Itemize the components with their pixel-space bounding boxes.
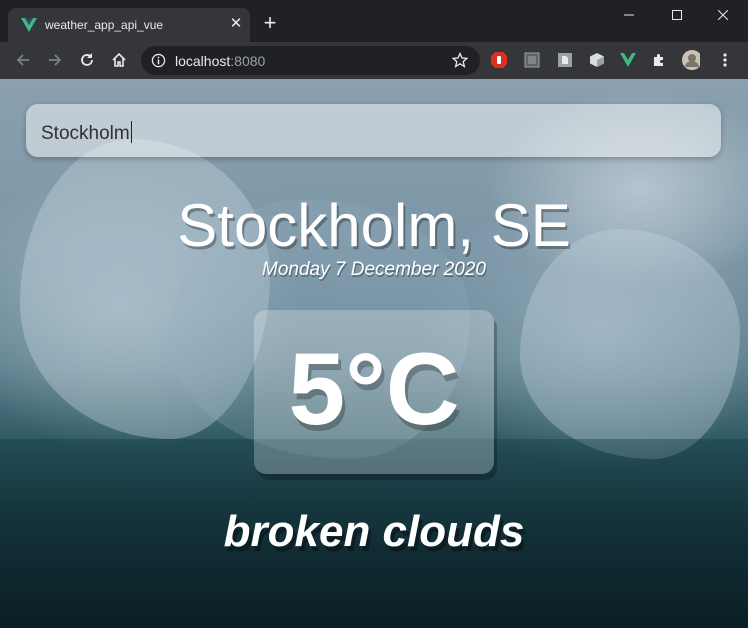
menu-icon: [723, 53, 727, 67]
location-title: Stockholm, SE: [177, 192, 571, 259]
url-port: :8080: [230, 53, 266, 69]
search-value-text: Stockholm: [41, 123, 130, 144]
text-cursor: [130, 121, 132, 143]
vue-favicon-icon: [21, 18, 37, 32]
profile-icon: [682, 50, 700, 70]
url-text: localhost:8080: [175, 53, 265, 69]
back-icon: [16, 54, 29, 66]
extension-generic-3[interactable]: [588, 51, 606, 69]
forward-button[interactable]: [43, 48, 67, 72]
back-button[interactable]: [11, 48, 35, 72]
minimize-button[interactable]: [606, 0, 652, 30]
url-host: localhost: [175, 53, 231, 69]
home-icon: [112, 52, 126, 67]
star-icon[interactable]: [452, 52, 468, 68]
reload-icon: [81, 53, 93, 66]
info-icon[interactable]: [151, 53, 166, 68]
vue-devtools-icon: [620, 53, 636, 67]
extension-adblock[interactable]: [490, 51, 508, 69]
minimize-icon: [624, 14, 634, 16]
temperature-value: 5°C: [288, 332, 460, 446]
extensions-icon: [654, 54, 663, 66]
forward-icon: [49, 54, 62, 66]
close-window-button[interactable]: [700, 0, 746, 30]
search-input[interactable]: Stockholm: [26, 104, 721, 157]
address-bar[interactable]: localhost:8080: [141, 46, 480, 75]
stop-hand-icon: [491, 52, 507, 68]
new-tab-button[interactable]: +: [260, 12, 280, 34]
close-icon: [717, 9, 729, 21]
browser-tab[interactable]: weather_app_api_vue ✕: [8, 8, 250, 42]
temperature-card: 5°C: [254, 310, 494, 474]
extension-generic-2[interactable]: [556, 51, 574, 69]
extension-vue-devtools[interactable]: [619, 51, 637, 69]
tab-close-icon[interactable]: ✕: [228, 16, 244, 32]
tab-strip: weather_app_api_vue ✕ +: [0, 0, 748, 42]
profile-avatar[interactable]: [682, 50, 700, 70]
reload-button[interactable]: [75, 48, 99, 72]
maximize-icon: [672, 10, 682, 20]
browser-toolbar: localhost:8080: [0, 42, 748, 79]
extensions-button[interactable]: [650, 51, 668, 69]
search-input-value: Stockholm: [41, 121, 132, 145]
home-button[interactable]: [107, 48, 131, 72]
cube-icon: [590, 53, 604, 67]
document-extension-icon: [558, 53, 572, 67]
date-label: Monday 7 December 2020: [262, 259, 486, 280]
square-extension-icon: [524, 52, 540, 68]
tab-title: weather_app_api_vue: [45, 18, 164, 32]
weather-app: Stockholm Stockholm, SE Monday 7 Decembe…: [0, 79, 748, 628]
maximize-button[interactable]: [654, 0, 700, 30]
extension-generic-1[interactable]: [523, 51, 541, 69]
weather-description: broken clouds: [223, 507, 525, 556]
menu-button[interactable]: [716, 51, 734, 69]
